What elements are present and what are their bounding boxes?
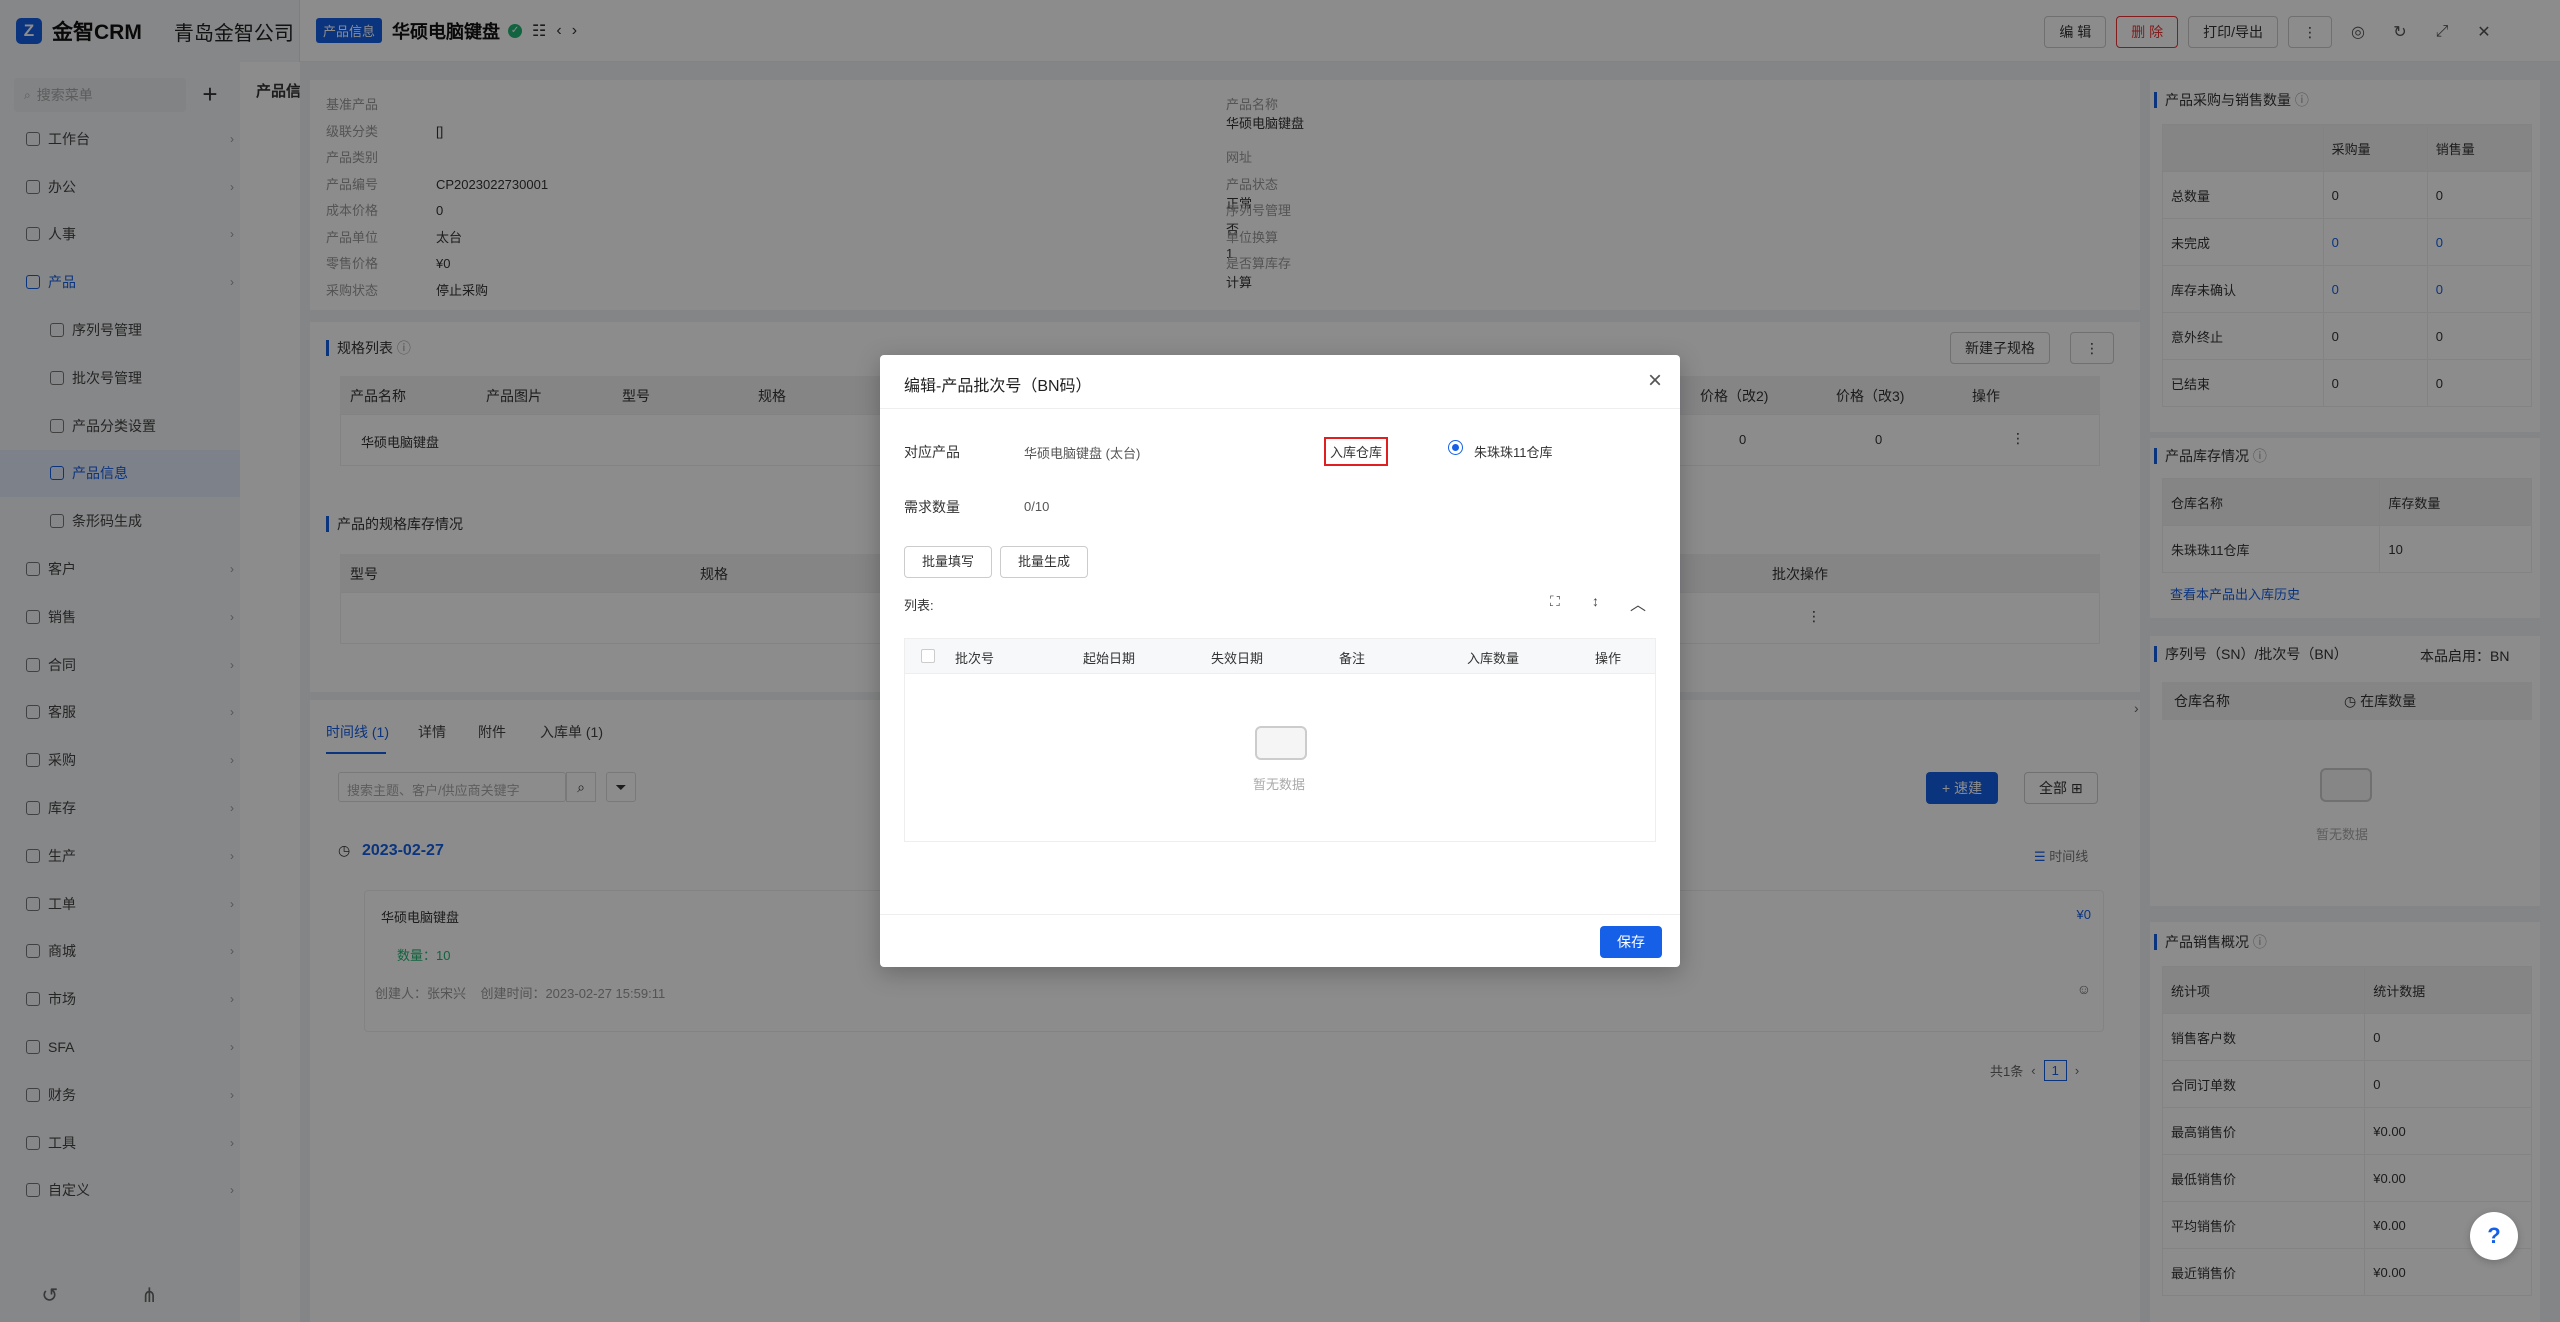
product-label: 对应产品 — [904, 444, 960, 460]
batch-table-body: 暂无数据 — [904, 674, 1656, 842]
quantity-value: 0/10 — [1024, 499, 1050, 514]
warehouse-radio[interactable] — [1448, 440, 1463, 455]
select-all-checkbox[interactable] — [921, 649, 935, 663]
batch-column-header: 操作 — [1595, 651, 1622, 666]
modal-title: 编辑-产品批次号（BN码） — [904, 378, 1092, 395]
collapse-icon[interactable]: ︿ — [1630, 591, 1646, 615]
resize-vertical-icon[interactable]: ↕ — [1592, 593, 1599, 609]
batch-table-header: 批次号 起始日期 失效日期 备注 入库数量 操作 — [904, 638, 1656, 674]
batch-fill-button[interactable]: 批量填写 — [904, 546, 992, 578]
empty-box-icon — [1255, 726, 1307, 760]
warehouse-option[interactable]: 朱珠珠11仓库 — [1474, 442, 1553, 461]
expand-icon[interactable]: ⛶ — [1550, 593, 1560, 610]
batch-column-header: 失效日期 — [1211, 651, 1264, 666]
close-icon[interactable]: × — [1648, 367, 1662, 395]
batch-column-header: 起始日期 — [1083, 651, 1136, 666]
batch-column-header: 入库数量 — [1467, 651, 1520, 666]
warehouse-label: 入库仓库 — [1324, 437, 1389, 466]
save-button[interactable]: 保存 — [1600, 926, 1662, 958]
quantity-label: 需求数量 — [904, 499, 960, 515]
product-value: 华硕电脑键盘 (太台) — [1024, 446, 1141, 461]
batch-column-header: 备注 — [1339, 651, 1366, 666]
modal-header: 编辑-产品批次号（BN码） × — [880, 355, 1680, 409]
list-label: 列表: — [904, 598, 934, 613]
batch-column-header: 批次号 — [955, 651, 995, 666]
batch-generate-button[interactable]: 批量生成 — [1000, 546, 1088, 578]
help-button[interactable]: ? — [2470, 1212, 2518, 1260]
batch-empty-text: 暂无数据 — [1253, 777, 1306, 792]
modal-footer-divider — [880, 914, 1680, 915]
